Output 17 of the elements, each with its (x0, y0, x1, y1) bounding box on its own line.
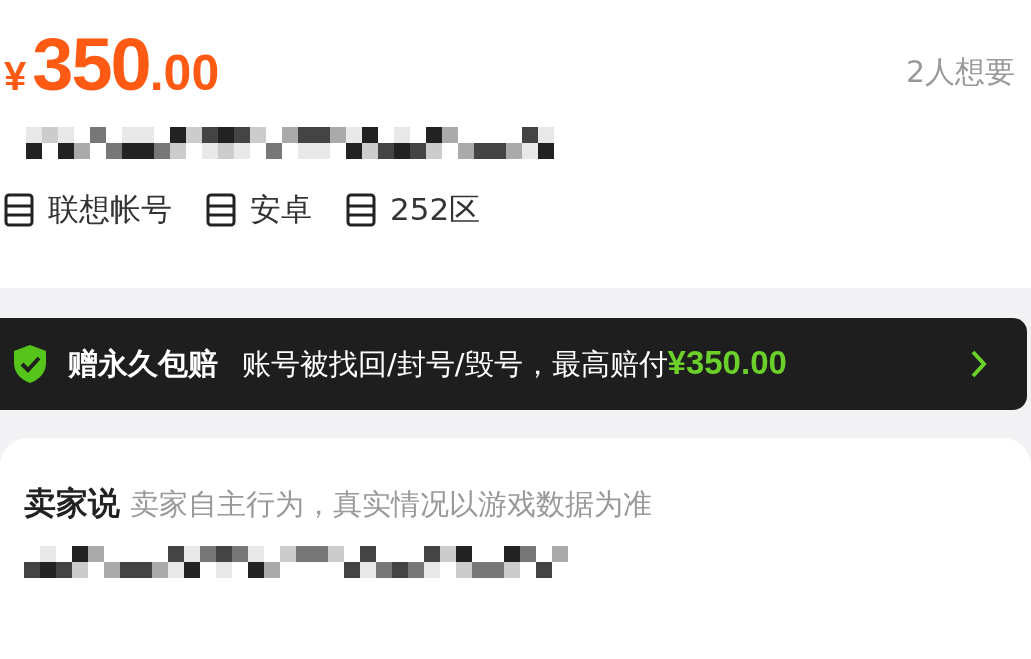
seller-title: 卖家说 (24, 483, 120, 524)
currency-symbol: ¥ (4, 54, 27, 99)
chevron-right-icon (969, 348, 989, 380)
document-icon (4, 193, 34, 227)
price-integer: 350 (32, 22, 150, 107)
tag-label: 252区 (390, 190, 481, 229)
shield-check-icon (12, 344, 48, 384)
tag-label: 安卓 (250, 190, 312, 229)
guarantee-banner[interactable]: 赠永久包赔 账号被找回/封号/毁号，最高赔付¥350.00 (0, 318, 1027, 410)
tag-label: 联想帐号 (48, 190, 172, 229)
document-icon (206, 193, 236, 227)
guarantee-title: 赠永久包赔 (68, 344, 218, 383)
price-decimal: .00 (149, 44, 220, 102)
seller-note: 卖家自主行为，真实情况以游戏数据为准 (130, 486, 652, 523)
guarantee-text: 账号被找回/封号/毁号，最高赔付¥350.00 (242, 343, 788, 383)
document-icon (346, 193, 376, 227)
want-count: 2人想要 (905, 53, 1015, 91)
